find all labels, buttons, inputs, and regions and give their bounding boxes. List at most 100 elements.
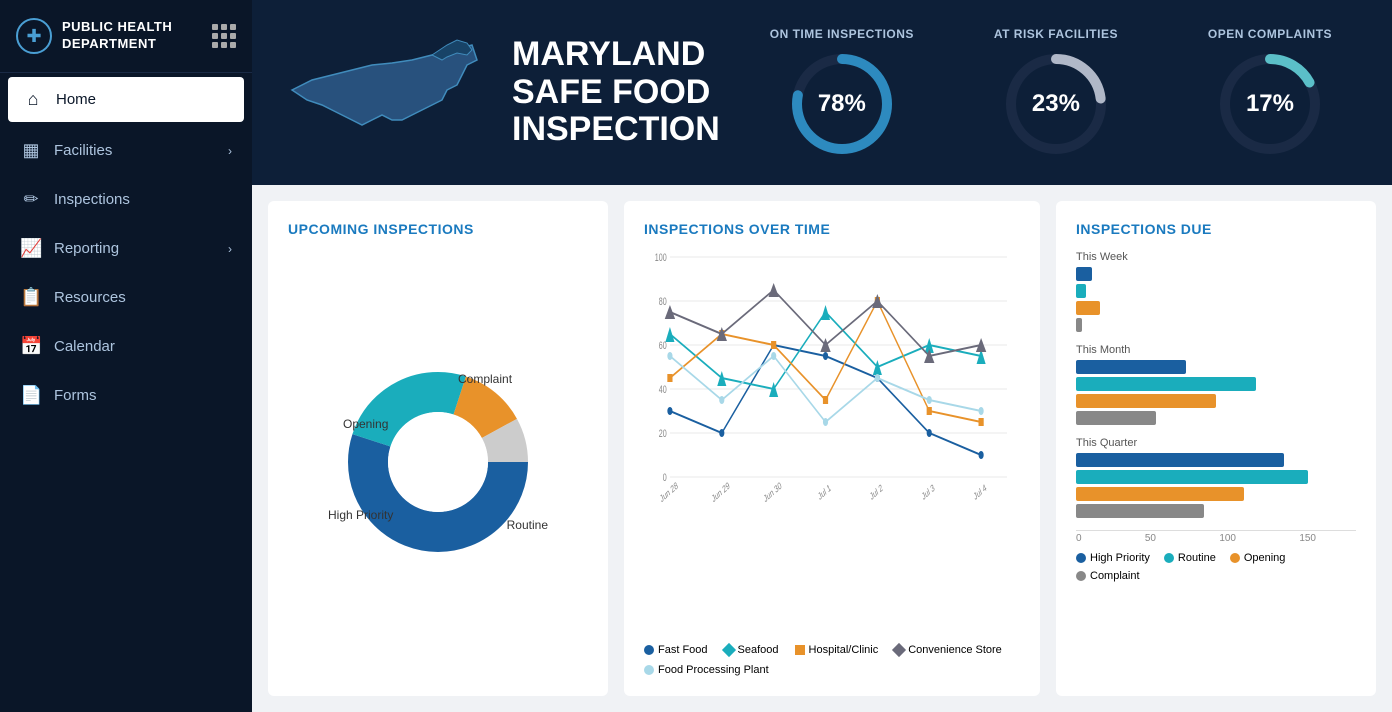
sidebar-item-label: Forms [54, 387, 232, 404]
stat-open-complaints: OPEN COMPLAINTS 17% [1178, 27, 1362, 159]
bar-high-priority [1076, 360, 1186, 374]
stat-circle-at-risk: 23% [1001, 49, 1111, 159]
segment-label-routine: Routine [507, 518, 548, 532]
grid-menu-icon[interactable] [212, 24, 236, 48]
inspections-due-card: INSPECTIONS DUE This Week [1056, 201, 1376, 696]
bar-group-label: This Month [1076, 344, 1356, 356]
bar-group-this-week: This Week [1076, 251, 1356, 332]
upcoming-inspections-card: UPCOMING INSPECTIONS [268, 201, 608, 696]
donut-svg [338, 362, 538, 562]
stat-circle-complaints: 17% [1215, 49, 1325, 159]
main-content: MARYLAND SAFE FOOD INSPECTION ON TIME IN… [252, 0, 1392, 712]
bar-routine [1076, 284, 1086, 298]
fast-food-dot [644, 645, 654, 655]
bar-row [1076, 453, 1356, 467]
bar-row [1076, 504, 1356, 518]
bar-complaint [1076, 504, 1204, 518]
svg-text:Jun 28: Jun 28 [658, 479, 679, 504]
stat-label: ON TIME INSPECTIONS [770, 27, 914, 41]
sidebar-item-inspections[interactable]: ✏ Inspections [0, 175, 252, 224]
sidebar-item-label: Facilities [54, 142, 216, 159]
sidebar-item-label: Reporting [54, 240, 216, 257]
sidebar-item-home[interactable]: ⌂ Home [8, 77, 244, 122]
sidebar-item-resources[interactable]: 📋 Resources [0, 273, 252, 322]
sidebar-logo: ✚ PUBLIC HEALTH DEPARTMENT [0, 0, 252, 73]
upcoming-inspections-title: UPCOMING INSPECTIONS [288, 221, 588, 237]
facilities-icon: ▦ [20, 140, 42, 161]
sidebar-item-facilities[interactable]: ▦ Facilities › [0, 126, 252, 175]
legend-label: Hospital/Clinic [809, 644, 879, 656]
stat-value: 23% [1032, 90, 1080, 118]
convenience-diamond [892, 643, 906, 657]
bar-opening [1076, 301, 1100, 315]
bar-row [1076, 360, 1356, 374]
legend-convenience: Convenience Store [894, 644, 1002, 656]
legend-fast-food: Fast Food [644, 644, 708, 656]
bar-row [1076, 377, 1356, 391]
line-chart-legend: Fast Food Seafood Hospital/Clinic Conven… [644, 644, 1020, 676]
bar-high-priority [1076, 267, 1092, 281]
navigation: ⌂ Home ▦ Facilities › ✏ Inspections 📈 Re… [0, 73, 252, 420]
bar-group-this-quarter: This Quarter [1076, 437, 1356, 518]
bar-row [1076, 267, 1356, 281]
bar-axis: 0 50 100 150 [1076, 530, 1356, 544]
sidebar-item-label: Resources [54, 289, 232, 306]
legend-hospital: Hospital/Clinic [795, 644, 879, 656]
chevron-right-icon: › [228, 242, 232, 256]
bar-group-label: This Quarter [1076, 437, 1356, 449]
sidebar-item-label: Calendar [54, 338, 232, 355]
bar-row [1076, 411, 1356, 425]
inspections-icon: ✏ [20, 189, 42, 210]
bar-complaint [1076, 411, 1156, 425]
line-chart: 100 80 60 40 20 0 Jun 28 Jun 29 Jun 30 J… [644, 247, 1020, 636]
bar-routine [1076, 377, 1256, 391]
bar-row [1076, 470, 1356, 484]
complaint-dot [1076, 571, 1086, 581]
sidebar-item-reporting[interactable]: 📈 Reporting › [0, 224, 252, 273]
bar-routine [1076, 470, 1308, 484]
sidebar-item-label: Inspections [54, 191, 232, 208]
legend-label: Convenience Store [908, 644, 1002, 656]
segment-label-complaint: Complaint [458, 372, 512, 386]
svg-text:Jul 4: Jul 4 [972, 481, 988, 502]
sidebar-item-forms[interactable]: 📄 Forms [0, 371, 252, 420]
high-priority-dot [1076, 553, 1086, 563]
bar-group-this-month: This Month [1076, 344, 1356, 425]
svg-text:40: 40 [659, 384, 667, 396]
svg-text:80: 80 [659, 296, 667, 308]
bar-group-label: This Week [1076, 251, 1356, 263]
routine-dot [1164, 553, 1174, 563]
over-time-title: INSPECTIONS OVER TIME [644, 221, 1020, 237]
svg-text:Jun 30: Jun 30 [762, 479, 783, 504]
segment-label-opening: Opening [343, 417, 388, 431]
inspections-due-title: INSPECTIONS DUE [1076, 221, 1356, 237]
sidebar-item-calendar[interactable]: 📅 Calendar [0, 322, 252, 371]
svg-text:Jul 2: Jul 2 [868, 481, 884, 502]
legend-food-plant: Food Processing Plant [644, 664, 769, 676]
dashboard-content: UPCOMING INSPECTIONS [252, 185, 1392, 712]
svg-text:Jul 1: Jul 1 [817, 481, 833, 502]
banner-title: MARYLAND SAFE FOOD INSPECTION [512, 36, 720, 148]
header-banner: MARYLAND SAFE FOOD INSPECTION ON TIME IN… [252, 0, 1392, 185]
svg-text:Jun 29: Jun 29 [710, 479, 731, 504]
logo-icon: ✚ [16, 18, 52, 54]
food-plant-dot [644, 665, 654, 675]
hospital-square [795, 645, 805, 655]
resources-icon: 📋 [20, 287, 42, 308]
legend-high-priority: High Priority [1076, 552, 1150, 564]
legend-label: Seafood [738, 644, 779, 656]
stat-on-time-inspections: ON TIME INSPECTIONS 78% [750, 27, 934, 159]
map-container [282, 25, 482, 160]
legend-complaint: Complaint [1076, 570, 1140, 582]
stat-value: 78% [818, 90, 866, 118]
bar-complaint [1076, 318, 1082, 332]
legend-seafood: Seafood [724, 644, 779, 656]
home-icon: ⌂ [22, 89, 44, 110]
stat-value: 17% [1246, 90, 1294, 118]
chevron-right-icon: › [228, 144, 232, 158]
opening-dot [1230, 553, 1240, 563]
inspections-over-time-card: INSPECTIONS OVER TIME 100 80 60 40 20 [624, 201, 1040, 696]
calendar-icon: 📅 [20, 336, 42, 357]
reporting-icon: 📈 [20, 238, 42, 259]
legend-label: Food Processing Plant [658, 664, 769, 676]
